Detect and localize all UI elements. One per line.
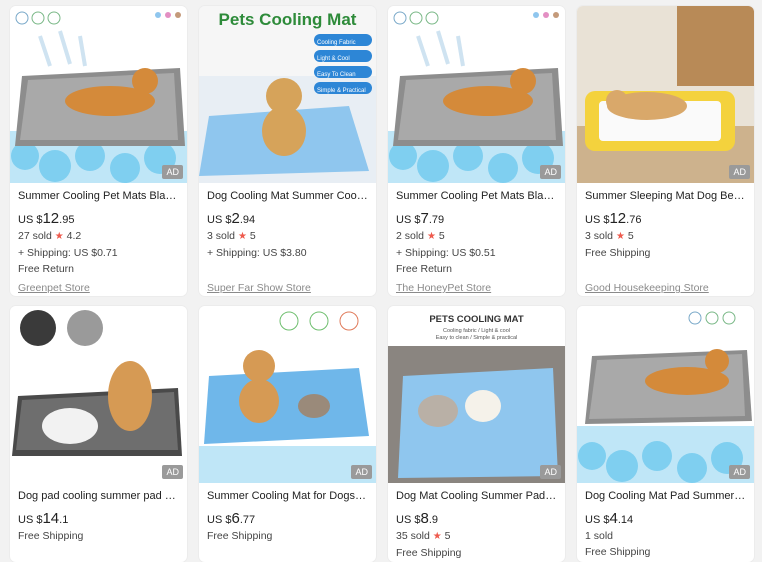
star-icon: ★: [615, 231, 625, 242]
product-title[interactable]: Dog Mat Cooling Summer Pad Mat...: [396, 489, 557, 503]
product-price: US $14.1: [18, 510, 69, 527]
product-price: US $2.94: [207, 210, 256, 227]
shipping-info: Free Shipping: [585, 247, 651, 259]
feature-list: Cooling Fabric Light & Cool Easy To Clean S…: [317, 40, 366, 94]
sold-rating: 2 sold ★ 5: [396, 230, 445, 242]
product-title[interactable]: Summer Sleeping Mat Dog Beds C...: [585, 189, 746, 203]
star-icon: ★: [426, 231, 436, 242]
color-dots: [155, 12, 181, 18]
product-price: US $6.77: [207, 510, 256, 527]
shipping-info: + Shipping: US $3.80: [207, 247, 307, 259]
ad-badge: AD: [729, 465, 750, 479]
product-image[interactable]: AD: [10, 306, 187, 483]
shipping-info: Free Shipping: [207, 530, 273, 542]
store-link[interactable]: The HoneyPet Store: [396, 281, 557, 295]
color-dots: [533, 12, 559, 18]
ad-badge: AD: [162, 165, 183, 179]
image-title: PETS COOLING MAT: [429, 314, 524, 325]
product-image[interactable]: AD: [388, 6, 565, 183]
product-title[interactable]: Summer Cooling Pet Mats Blanket ...: [18, 189, 179, 203]
product-title[interactable]: Dog pad cooling summer pad dog ...: [18, 489, 179, 503]
shipping-info: Free Shipping: [585, 546, 651, 558]
star-icon: ★: [54, 231, 64, 242]
store-link[interactable]: Good Housekeeping Store: [585, 281, 746, 295]
product-card[interactable]: AD Dog Cooling Mat Pad Summer Dog... US …: [577, 306, 754, 562]
product-card[interactable]: AD Summer Cooling Mat for Dogs Cat... US…: [199, 306, 376, 562]
product-image[interactable]: Pets Cooling Mat Cooling Fabric Light & C…: [199, 6, 376, 183]
sold-rating: 3 sold ★ 5: [207, 230, 256, 242]
product-grid: AD Summer Cooling Pet Mats Blanket ... U…: [0, 0, 762, 562]
product-price: US $12.76: [585, 210, 642, 227]
product-card[interactable]: AD Dog pad cooling summer pad dog ... US…: [10, 306, 187, 562]
product-image[interactable]: AD: [199, 306, 376, 483]
product-price: US $8.9: [396, 510, 438, 527]
star-icon: ★: [237, 231, 247, 242]
product-card[interactable]: Pets Cooling Mat Cooling Fabric Light & C…: [199, 6, 376, 296]
sold-rating: 3 sold ★ 5: [585, 230, 634, 242]
ad-badge: AD: [540, 465, 561, 479]
product-title[interactable]: Dog Cooling Mat Pad Summer Dog...: [585, 489, 746, 503]
free-return: Free Return: [18, 263, 75, 275]
product-price: US $7.79: [396, 210, 445, 227]
free-return: Free Return: [396, 263, 453, 275]
sold-rating: 35 sold ★ 5: [396, 530, 451, 542]
shipping-info: Free Shipping: [18, 530, 84, 542]
product-card[interactable]: PETS COOLING MAT Cooling fabric / Light …: [388, 306, 565, 562]
product-price: US $4.14: [585, 510, 634, 527]
shipping-info: Free Shipping: [396, 547, 462, 559]
product-card[interactable]: AD Summer Sleeping Mat Dog Beds C... US …: [577, 6, 754, 296]
product-image[interactable]: PETS COOLING MAT Cooling fabric / Light …: [388, 306, 565, 483]
product-title[interactable]: Summer Cooling Mat for Dogs Cat...: [207, 489, 368, 503]
store-link[interactable]: Super Far Show Store: [207, 281, 368, 295]
product-card[interactable]: AD Summer Cooling Pet Mats Blanket ... U…: [10, 6, 187, 296]
sold-rating: 27 sold ★ 4.2: [18, 230, 82, 242]
image-subtitle: Easy to clean / Simple & practical: [435, 335, 518, 341]
shipping-info: + Shipping: US $0.71: [18, 247, 118, 259]
sold-count: 1 sold: [585, 530, 614, 542]
ad-badge: AD: [729, 165, 750, 179]
shipping-info: + Shipping: US $0.51: [396, 247, 496, 259]
image-subtitle: Cooling fabric / Light & cool: [443, 328, 510, 334]
product-image[interactable]: AD: [577, 6, 754, 183]
product-title[interactable]: Summer Cooling Pet Mats Blanket ...: [396, 189, 557, 203]
ad-badge: AD: [162, 465, 183, 479]
image-title: Pets Cooling Mat: [218, 10, 357, 29]
store-link[interactable]: Greenpet Store: [18, 281, 179, 295]
ad-badge: AD: [540, 165, 561, 179]
product-image[interactable]: AD: [10, 6, 187, 183]
product-card[interactable]: AD Summer Cooling Pet Mats Blanket ... U…: [388, 6, 565, 296]
product-image[interactable]: AD: [577, 306, 754, 483]
ad-badge: AD: [351, 465, 372, 479]
product-price: US $12.95: [18, 210, 75, 227]
product-title[interactable]: Dog Cooling Mat Summer Cooling ...: [207, 189, 368, 203]
star-icon: ★: [432, 531, 442, 542]
